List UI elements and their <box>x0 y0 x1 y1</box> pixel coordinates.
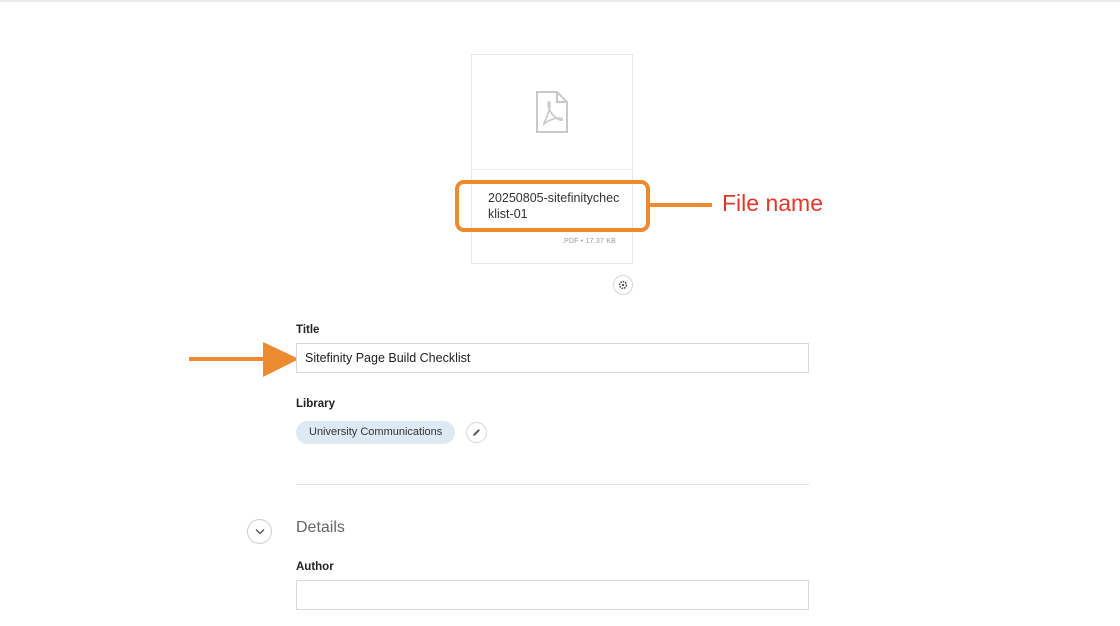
gear-icon <box>618 280 628 290</box>
pdf-file-icon <box>536 91 568 133</box>
details-toggle-button[interactable] <box>247 519 272 544</box>
file-preview-card[interactable]: 20250805-sitefinitychecklist-01 .PDF • 1… <box>471 54 633 264</box>
title-input[interactable] <box>296 343 809 373</box>
file-name-highlight-box <box>455 180 650 232</box>
file-thumbnail <box>472 55 632 170</box>
pencil-icon <box>473 429 480 436</box>
details-heading: Details <box>296 519 345 536</box>
library-chip: University Communications <box>296 421 456 444</box>
library-label: Library <box>296 398 335 410</box>
author-input[interactable] <box>296 580 809 610</box>
title-label: Title <box>296 324 320 336</box>
file-meta: .PDF • 17.37 KB <box>561 238 616 245</box>
file-name-annotation-label: File name <box>722 190 823 216</box>
author-label: Author <box>296 561 334 573</box>
file-settings-button[interactable] <box>613 275 633 295</box>
annotation-connector-line <box>650 203 712 207</box>
chevron-down-icon <box>255 529 264 535</box>
section-divider <box>296 484 809 485</box>
edit-library-button[interactable] <box>466 422 487 443</box>
top-border <box>0 0 1120 2</box>
annotation-arrow <box>189 342 299 377</box>
